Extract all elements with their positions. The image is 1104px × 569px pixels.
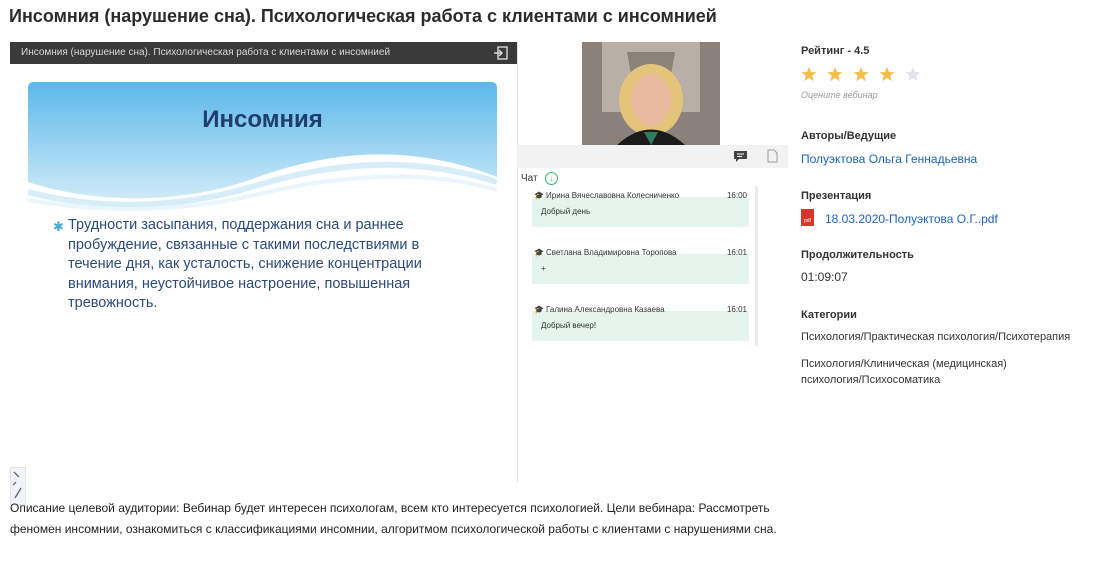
chat-message-author: Ирина Вячеславовна Колесниченко — [546, 191, 680, 200]
star-icon[interactable] — [853, 66, 869, 82]
duration-label: Продолжительность — [801, 249, 914, 261]
star-icon[interactable] — [801, 66, 817, 82]
chat-message: 🎓 Светлана Владимировна Торопова 16:01 + — [532, 246, 749, 284]
chat-tabs — [517, 145, 788, 168]
chat-label: Чат — [521, 173, 538, 184]
player-title: Инсомния (нарушение сна). Психологическа… — [21, 47, 391, 58]
pdf-icon: pdf — [801, 209, 814, 226]
presenter-video[interactable] — [582, 42, 720, 145]
authors-label: Авторы/Ведущие — [801, 130, 897, 142]
slide-bullet-text: Трудности засыпания, поддержания сна и р… — [68, 217, 422, 311]
graduation-cap-icon: 🎓 — [534, 305, 544, 314]
duration-value: 01:09:07 — [801, 270, 848, 284]
chat-message: 🎓 Галина Александровна Казаева 16:01 Доб… — [532, 303, 749, 341]
chat-message-time: 16:00 — [726, 191, 747, 200]
slide-bullet: ✱ Трудности засыпания, поддержания сна и… — [53, 217, 422, 311]
chat-message-time: 16:01 — [726, 248, 747, 257]
chat-icon[interactable] — [733, 150, 748, 163]
document-icon[interactable] — [767, 149, 778, 163]
graduation-cap-icon: 🎓 — [534, 248, 544, 257]
exit-icon[interactable] — [493, 45, 509, 61]
chat-message: 🎓 Ирина Вячеславовна Колесниченко 16:00 … — [532, 189, 749, 227]
category-item[interactable]: Психология/Клиническая (медицинская) пси… — [801, 357, 1041, 388]
slide-heading: Инсомния — [202, 106, 323, 133]
slide: Инсомния ✱ Трудности засыпания, поддержа… — [10, 64, 517, 505]
categories-label: Категории — [801, 309, 857, 321]
chat-message-time: 16:01 — [726, 305, 747, 314]
author-link[interactable]: Полуэктова Ольга Геннадьевна — [801, 152, 977, 166]
rate-hint: Оцените вебинар — [801, 90, 878, 100]
chat-message-author: Светлана Владимировна Торопова — [546, 248, 677, 257]
graduation-cap-icon: 🎓 — [534, 191, 544, 200]
presentation-file-link[interactable]: 18.03.2020-Полуэктова О.Г..pdf — [825, 212, 998, 226]
category-item[interactable]: Психология/Практическая психология/Психо… — [801, 330, 1081, 346]
star-icon[interactable] — [905, 66, 921, 82]
star-icon[interactable] — [879, 66, 895, 82]
page-title: Инсомния (нарушение сна). Психологическа… — [9, 6, 717, 26]
download-icon[interactable]: ↓ — [545, 172, 558, 185]
webinar-description: Описание целевой аудитории: Вебинар буде… — [10, 501, 777, 536]
presentation-player: Инсомния (нарушение сна). Психологическа… — [10, 42, 518, 505]
chat-scrollbar[interactable] — [755, 186, 758, 346]
rating-label: Рейтинг - 4.5 — [801, 45, 870, 57]
presentation-label: Презентация — [801, 190, 872, 202]
slide-header-banner: Инсомния — [27, 82, 498, 212]
player-title-bar: Инсомния (нарушение сна). Психологическа… — [10, 42, 517, 64]
star-icon[interactable] — [827, 66, 843, 82]
chat-message-author: Галина Александровна Казаева — [546, 305, 665, 314]
